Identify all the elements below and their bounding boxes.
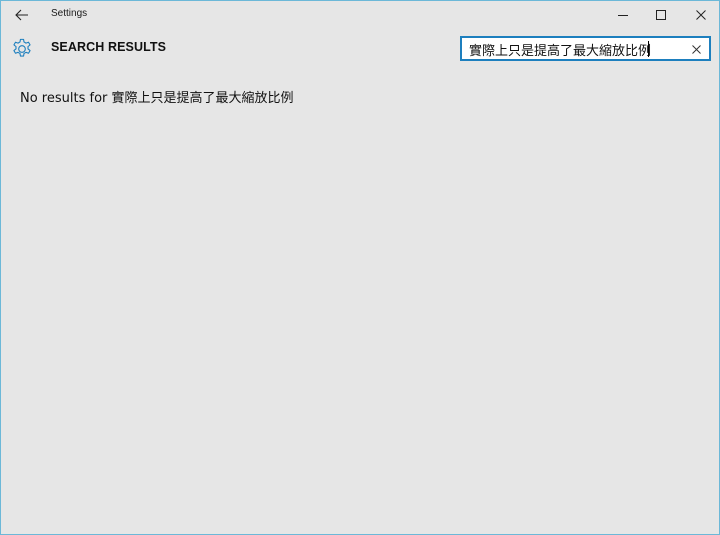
title-bar: Settings [1, 1, 719, 29]
page-title: SEARCH RESULTS [51, 40, 167, 54]
back-button[interactable] [7, 2, 37, 28]
minimize-button[interactable] [603, 1, 643, 29]
window-title: Settings [51, 8, 88, 19]
settings-window: Settings SEARCH RESULTS 實際上只是提高了最大縮放比例 N… [0, 0, 720, 535]
page-header: SEARCH RESULTS [1, 29, 719, 69]
gear-icon [13, 38, 31, 57]
close-button[interactable] [681, 1, 720, 29]
search-box[interactable] [460, 36, 711, 61]
minimize-icon [618, 15, 628, 16]
maximize-icon [656, 10, 666, 20]
search-input[interactable] [469, 40, 677, 58]
back-arrow-icon [15, 9, 28, 21]
text-caret [648, 41, 649, 57]
clear-icon [691, 44, 701, 54]
clear-search-button[interactable] [689, 42, 703, 56]
maximize-button[interactable] [641, 1, 681, 29]
close-icon [696, 10, 706, 20]
no-results-message: No results for 實際上只是提高了最大縮放比例 [20, 91, 294, 106]
